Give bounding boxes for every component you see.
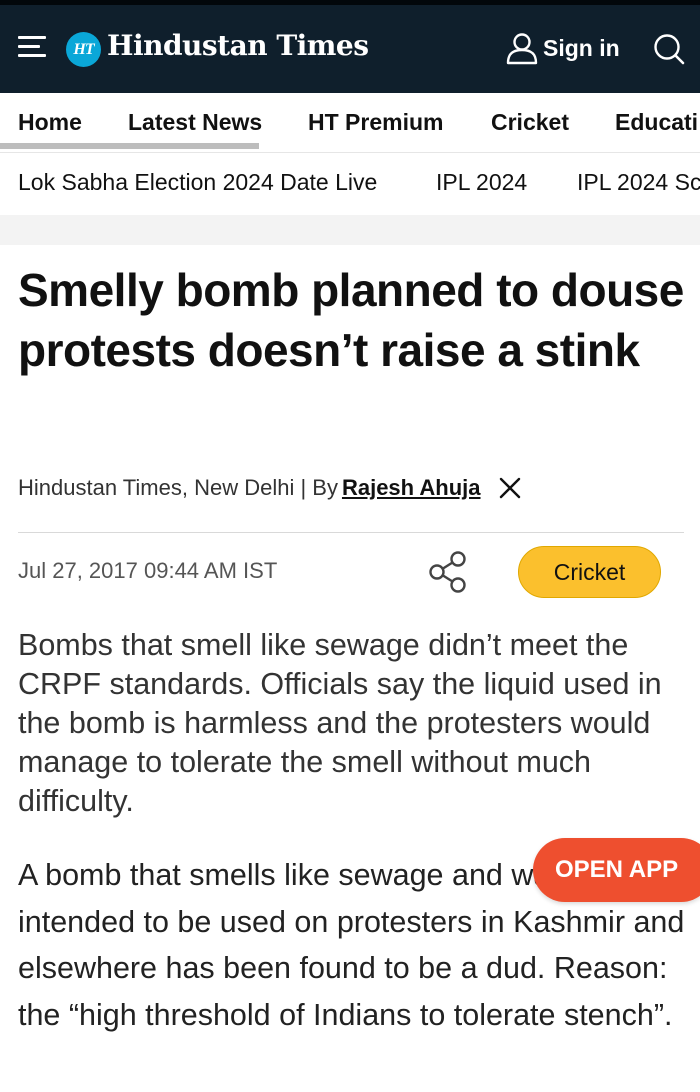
article-summary: Bombs that smell like sewage didn’t meet… [18, 628, 662, 818]
nav-item-education[interactable]: Educati [615, 109, 698, 136]
topic-ipl-2024[interactable]: IPL 2024 [436, 169, 527, 196]
meta-divider [18, 532, 684, 533]
byline-prefix: Hindustan Times, New Delhi | By [18, 475, 338, 500]
sign-in-label: Sign in [543, 34, 620, 61]
section-separator [0, 215, 700, 245]
nav-item-cricket[interactable]: Cricket [491, 109, 569, 136]
topic-lok-sabha-election[interactable]: Lok Sabha Election 2024 Date Live [18, 169, 377, 196]
topic-ipl-2024-schedule[interactable]: IPL 2024 Sc [577, 169, 700, 196]
trending-topics: Lok Sabha Election 2024 Date Live IPL 20… [0, 153, 700, 215]
top-header-bar: HT Hindustan Times Sign in [0, 0, 700, 93]
article-dateline: Jul 27, 2017 09:44 AM IST [18, 558, 278, 583]
nav-item-ht-premium[interactable]: HT Premium [308, 109, 443, 136]
open-app-button[interactable]: OPEN APP [533, 838, 700, 902]
author-link[interactable]: Rajesh Ahuja [342, 475, 481, 501]
hamburger-menu-icon[interactable] [18, 36, 46, 58]
sign-in-button[interactable]: Sign in [505, 30, 620, 66]
site-logo-text[interactable]: Hindustan Times [107, 29, 369, 62]
share-icon[interactable] [428, 550, 468, 594]
article-byline: Hindustan Times, New Delhi | By Rajesh A… [18, 475, 521, 501]
section-tag-button[interactable]: Cricket [518, 546, 661, 598]
nav-item-latest-news[interactable]: Latest News [128, 109, 262, 136]
status-strip [0, 0, 700, 5]
x-twitter-icon[interactable] [499, 477, 521, 499]
user-icon [506, 33, 538, 65]
article-headline: Smelly bomb planned to douse protests do… [18, 264, 684, 376]
search-icon[interactable] [652, 32, 686, 66]
nav-item-home[interactable]: Home [18, 109, 82, 136]
nav-scroll-indicator [0, 143, 259, 149]
logo-badge-icon[interactable]: HT [66, 32, 101, 67]
